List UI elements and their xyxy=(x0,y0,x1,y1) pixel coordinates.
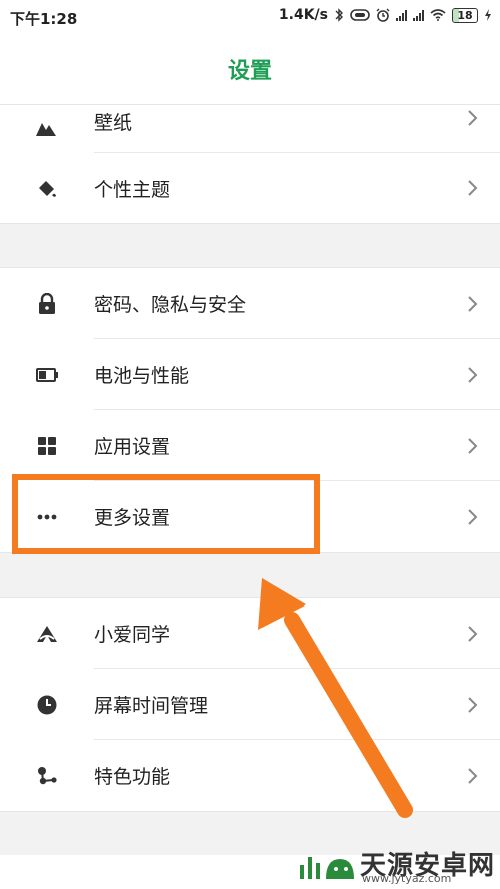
annotation-arrow-icon xyxy=(258,578,413,818)
watermark-url: www.jytyaz.com xyxy=(362,872,452,885)
watermark: 天源安卓网 www.jytyaz.com xyxy=(296,842,496,885)
android-logo-icon xyxy=(300,857,354,879)
